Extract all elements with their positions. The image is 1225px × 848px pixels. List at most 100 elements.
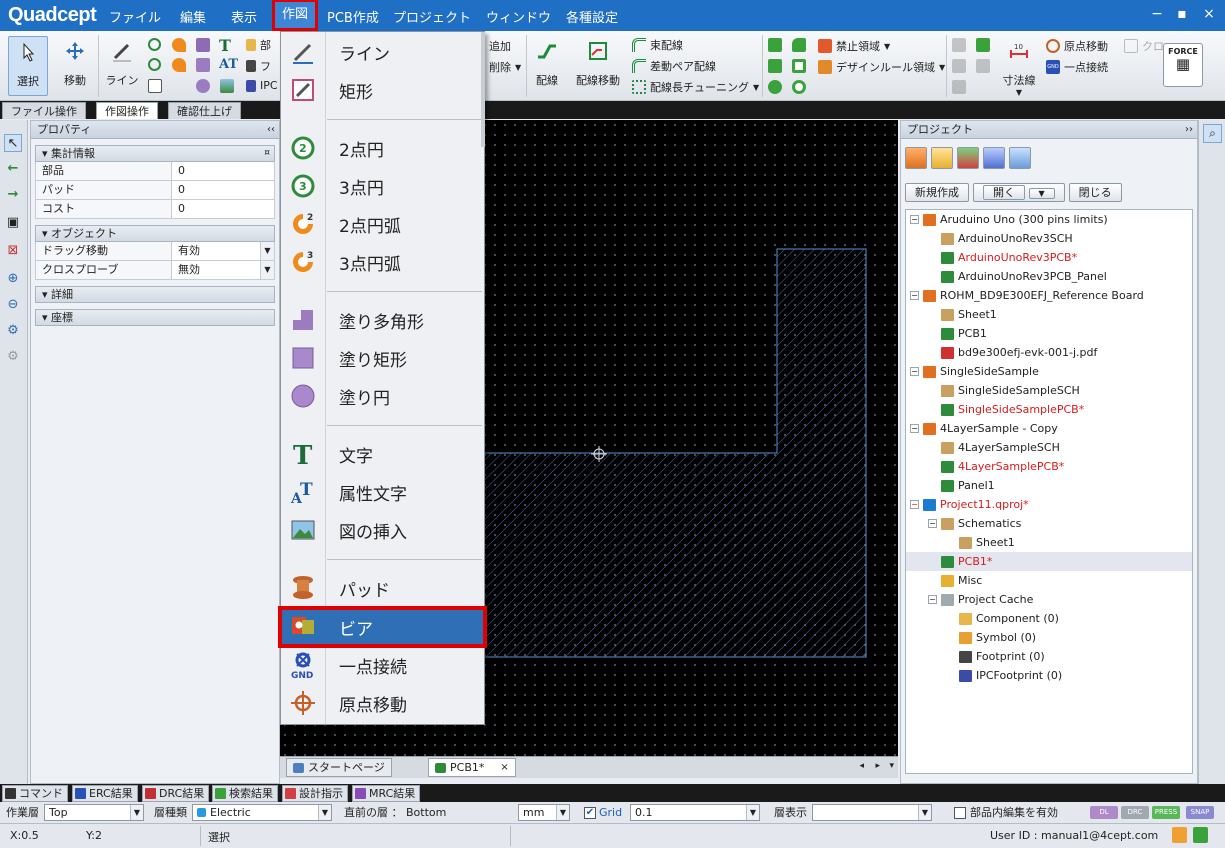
menu-draw[interactable]: 作図 bbox=[271, 0, 319, 31]
fill-polygon-icon[interactable] bbox=[196, 38, 210, 52]
menu-item-single-point[interactable]: GND 一点接続 bbox=[281, 647, 484, 683]
menu-item-rect[interactable]: 矩形 bbox=[281, 72, 484, 108]
work-layer-select[interactable]: Top ▼ bbox=[44, 804, 144, 821]
task-icon[interactable] bbox=[1172, 827, 1187, 843]
menu-item-text[interactable]: T 文字 bbox=[281, 436, 484, 472]
select-tool-button[interactable]: 選択 bbox=[8, 36, 48, 96]
tab-list-icon[interactable]: ▾ bbox=[889, 761, 894, 771]
database-icon[interactable] bbox=[983, 147, 1005, 169]
tab-design-instructions[interactable]: 設計指示 bbox=[282, 785, 348, 802]
arc-3pt-icon[interactable] bbox=[172, 58, 186, 72]
move-tool-button[interactable]: 移動 bbox=[56, 40, 94, 88]
tree-item[interactable]: ArduinoUnoRev3PCB_Panel bbox=[906, 267, 1192, 286]
tree-item[interactable]: ArduinoUnoRev3SCH bbox=[906, 229, 1192, 248]
copper-shape-d-icon[interactable] bbox=[792, 59, 806, 73]
collapse-toggle-icon[interactable]: − bbox=[910, 367, 919, 376]
menu-item-via[interactable]: ビア bbox=[278, 606, 487, 648]
collapse-toggle-icon[interactable]: − bbox=[910, 215, 919, 224]
collapse-toggle-icon[interactable]: − bbox=[910, 500, 919, 509]
pointer-icon[interactable]: ↖ bbox=[4, 134, 22, 152]
cross-probe-select[interactable]: 無効 ▼ bbox=[172, 261, 274, 279]
add-button[interactable]: 追加 bbox=[489, 38, 511, 54]
chevron-down-icon[interactable]: ▼ bbox=[260, 242, 274, 260]
wiring-move-button[interactable]: 配線移動 bbox=[572, 40, 624, 88]
collapse-toggle-icon[interactable]: − bbox=[910, 424, 919, 433]
tree-item[interactable]: Panel1 bbox=[906, 476, 1192, 495]
zoom-in-icon[interactable]: ⊕ bbox=[4, 270, 22, 288]
pin-icon[interactable]: ¤ bbox=[264, 146, 270, 161]
section-detail[interactable]: ▾ 詳細 bbox=[35, 286, 275, 303]
menu-item-circle-3pt[interactable]: 3 3点円 bbox=[281, 168, 484, 204]
tab-mrc[interactable]: MRC結果 bbox=[352, 785, 421, 802]
menu-item-circle-2pt[interactable]: 2 2点円 bbox=[281, 130, 484, 166]
tree-item[interactable]: − SingleSideSample bbox=[906, 362, 1192, 381]
grid-toggle[interactable]: ✔ Grid bbox=[584, 805, 622, 821]
origin-move-button[interactable]: 原点移動 bbox=[1046, 38, 1108, 54]
menu-item-fill-polygon[interactable]: 塗り多角形 bbox=[281, 302, 484, 338]
section-coords[interactable]: ▾ 座標 bbox=[35, 309, 275, 326]
tab-search[interactable]: 検索結果 bbox=[212, 785, 278, 802]
project-icon[interactable] bbox=[905, 147, 927, 169]
tree-item[interactable]: SingleSideSampleSCH bbox=[906, 381, 1192, 400]
rect-icon[interactable] bbox=[148, 79, 162, 93]
scroll-right-icon[interactable]: ▸ bbox=[875, 761, 880, 771]
tab-pcb1[interactable]: PCB1* × bbox=[428, 758, 516, 777]
scroll-left-icon[interactable]: ◂ bbox=[859, 761, 864, 771]
tab-draw-ops[interactable]: 作図操作 bbox=[96, 102, 158, 119]
maximize-button[interactable]: ▪ bbox=[1171, 6, 1193, 22]
tab-file-ops[interactable]: ファイル操作 bbox=[2, 102, 86, 119]
layer-display-select[interactable]: ▼ bbox=[812, 804, 932, 821]
diff-pair-button[interactable]: 差動ペア配線 bbox=[632, 58, 716, 74]
tree-item[interactable]: − Aruduino Uno (300 pins limits) bbox=[906, 210, 1192, 229]
text-tool-icon[interactable]: T bbox=[219, 36, 231, 55]
tree-item[interactable]: 4LayerSamplePCB* bbox=[906, 457, 1192, 476]
catalog-icon[interactable] bbox=[1009, 147, 1031, 169]
attr-text-tool-icon[interactable]: AT bbox=[219, 57, 238, 72]
menu-view[interactable]: 表示 bbox=[231, 7, 257, 26]
forward-arrow-icon[interactable]: → bbox=[4, 186, 22, 204]
tree-item[interactable]: − Schematics bbox=[906, 514, 1192, 533]
menu-item-fill-rect[interactable]: 塗り矩形 bbox=[281, 340, 484, 376]
new-project-button[interactable]: 新規作成 bbox=[905, 183, 969, 202]
save-icon[interactable]: ▣ bbox=[4, 214, 22, 232]
menu-item-pad[interactable]: パッド bbox=[281, 570, 484, 606]
close-project-button[interactable]: 閉じる bbox=[1068, 183, 1122, 202]
dl-badge[interactable]: DL bbox=[1090, 806, 1118, 819]
line-tool-button[interactable]: ライン bbox=[102, 40, 142, 88]
checkbox-checked-icon[interactable]: ✔ bbox=[584, 807, 596, 819]
magnifier-icon[interactable]: ⌕ bbox=[1203, 124, 1222, 143]
drc-badge[interactable]: DRC bbox=[1121, 806, 1149, 819]
tree-item[interactable]: − Project11.qproj* bbox=[906, 495, 1192, 514]
press-badge[interactable]: PRESS bbox=[1152, 806, 1180, 819]
tree-item[interactable]: SingleSideSamplePCB* bbox=[906, 400, 1192, 419]
tab-drc[interactable]: DRC結果 bbox=[142, 785, 210, 802]
footprint-button[interactable]: フ bbox=[246, 58, 271, 74]
fill-circle-icon[interactable] bbox=[196, 79, 210, 93]
tree-item[interactable]: − Project Cache bbox=[906, 590, 1192, 609]
tree-item[interactable]: 4LayerSampleSCH bbox=[906, 438, 1192, 457]
tree-item[interactable]: Sheet1 bbox=[906, 305, 1192, 324]
tree-item[interactable]: Sheet1 bbox=[906, 533, 1192, 552]
tree-item[interactable]: Symbol (0) bbox=[906, 628, 1192, 647]
tree-item[interactable]: PCB1* bbox=[906, 552, 1192, 571]
open-project-button[interactable]: 開く ▼ bbox=[973, 183, 1065, 202]
ipc-button[interactable]: IPC bbox=[246, 79, 278, 92]
tab-check-finish[interactable]: 確認仕上げ bbox=[168, 102, 241, 119]
close-button[interactable]: × bbox=[1198, 6, 1220, 22]
copper-shape-b-icon[interactable] bbox=[792, 38, 806, 52]
unit-select[interactable]: mm ▼ bbox=[518, 804, 570, 821]
tree-item[interactable]: bd9e300efj-evk-001-j.pdf bbox=[906, 343, 1192, 362]
menu-item-line[interactable]: ライン bbox=[281, 34, 484, 70]
menu-item-arc-2pt[interactable]: 2 2点円弧 bbox=[281, 206, 484, 242]
layer-kind-select[interactable]: Electric ▼ bbox=[192, 804, 332, 821]
copper-ring-icon[interactable] bbox=[792, 80, 806, 94]
gear-icon[interactable]: ⚙ bbox=[4, 322, 22, 340]
length-tuning-button[interactable]: 配線長チューニング ▼ bbox=[632, 79, 759, 95]
parts-edit-toggle[interactable]: 部品内編集を有効 bbox=[954, 805, 1058, 821]
close-icon[interactable]: × bbox=[500, 758, 508, 777]
collapse-icon[interactable]: ›› bbox=[1185, 121, 1193, 139]
copper-green-icon[interactable] bbox=[976, 38, 990, 52]
menu-item-fill-circle[interactable]: 塗り円 bbox=[281, 378, 484, 414]
bundle-wiring-button[interactable]: 束配線 bbox=[632, 37, 683, 53]
tree-item[interactable]: Misc bbox=[906, 571, 1192, 590]
